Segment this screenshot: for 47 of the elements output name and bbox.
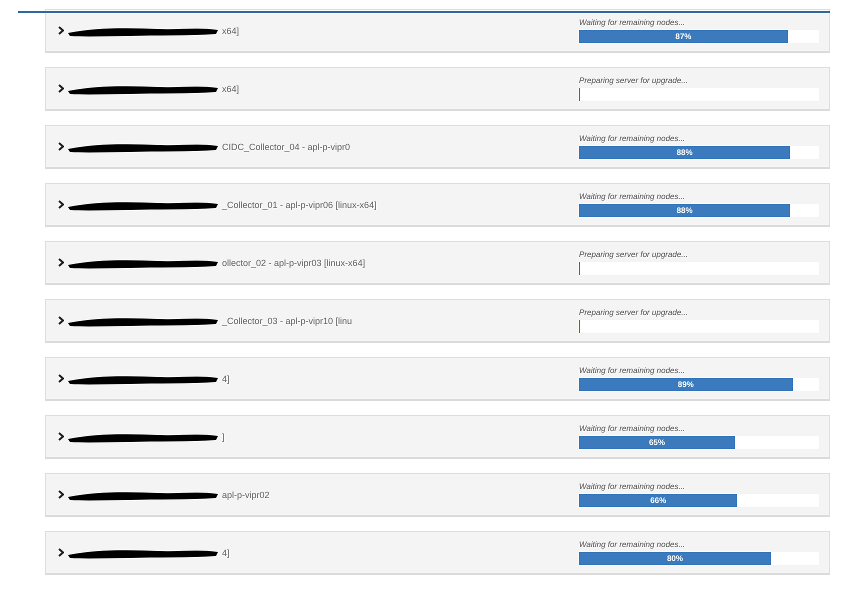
server-name: ]: [222, 432, 225, 442]
status-text: Waiting for remaining nodes...: [579, 366, 686, 375]
server-row[interactable]: x64] Waiting for remaining nodes... 87%: [45, 9, 830, 53]
status-text: Waiting for remaining nodes...: [579, 424, 686, 433]
progress-percent: 87%: [675, 32, 692, 41]
server-name: ollector_02 - apl-p-vipr03 [linux-x64]: [222, 258, 366, 268]
status-text: Waiting for remaining nodes...: [579, 192, 686, 201]
chevron-icon[interactable]: [58, 374, 64, 383]
status-text: Waiting for remaining nodes...: [579, 540, 686, 549]
server-name: 4]: [222, 548, 230, 558]
server-name: apl-p-vipr02: [222, 490, 270, 500]
chevron-icon[interactable]: [58, 84, 64, 93]
chevron-icon[interactable]: [58, 200, 64, 209]
progress-percent: 65%: [648, 438, 665, 447]
status-text: Preparing server for upgrade...: [579, 250, 689, 259]
server-row[interactable]: ] Waiting for remaining nodes... 65%: [45, 415, 830, 459]
server-row[interactable]: x64] Preparing server for upgrade...: [45, 67, 830, 111]
progress-percent: 88%: [676, 148, 693, 157]
chevron-icon[interactable]: [58, 26, 64, 35]
chevron-icon[interactable]: [58, 432, 64, 441]
status-text: Waiting for remaining nodes...: [579, 134, 686, 143]
progress-percent: 88%: [676, 206, 693, 215]
server-row[interactable]: apl-p-vipr02 Waiting for remaining nodes... 66%: [45, 473, 830, 517]
status-text: Waiting for remaining nodes...: [579, 18, 686, 27]
chevron-icon[interactable]: [58, 142, 64, 151]
status-text: Waiting for remaining nodes...: [579, 482, 686, 491]
server-row[interactable]: CIDC_Collector_04 - apl-p-vipr0 Waiting for remaining nodes... 88%: [45, 125, 830, 169]
server-row[interactable]: _Collector_03 - apl-p-vipr10 [linu Preparing server for upgrade...: [45, 299, 830, 343]
server-name: _Collector_01 - apl-p-vipr06 [linux-x64]: [222, 200, 377, 210]
progress-percent: 66%: [650, 496, 666, 505]
server-row[interactable]: ollector_02 - apl-p-vipr03 [linux-x64] Preparing server for upgrade...: [45, 241, 830, 285]
progress-percent: 80%: [666, 554, 683, 563]
status-text: Preparing server for upgrade...: [579, 76, 689, 85]
server-name: x64]: [222, 26, 240, 36]
chevron-icon[interactable]: [58, 316, 64, 325]
server-name: CIDC_Collector_04 - apl-p-vipr0: [222, 142, 350, 152]
chevron-icon[interactable]: [58, 490, 64, 499]
server-row[interactable]: 4] Waiting for remaining nodes... 80%: [45, 531, 830, 575]
server-row[interactable]: _Collector_01 - apl-p-vipr06 [linux-x64] Waiting for remaining nodes... 88%: [45, 183, 830, 227]
server-row[interactable]: 4] Waiting for remaining nodes... 89%: [45, 357, 830, 401]
progress-percent: 89%: [678, 380, 694, 389]
server-name: x64]: [222, 84, 240, 94]
server-name: _Collector_03 - apl-p-vipr10 [linu: [222, 316, 352, 326]
server-name: 4]: [222, 374, 230, 384]
status-text: Preparing server for upgrade...: [579, 308, 689, 317]
chevron-icon[interactable]: [58, 548, 64, 557]
chevron-icon[interactable]: [58, 258, 64, 267]
